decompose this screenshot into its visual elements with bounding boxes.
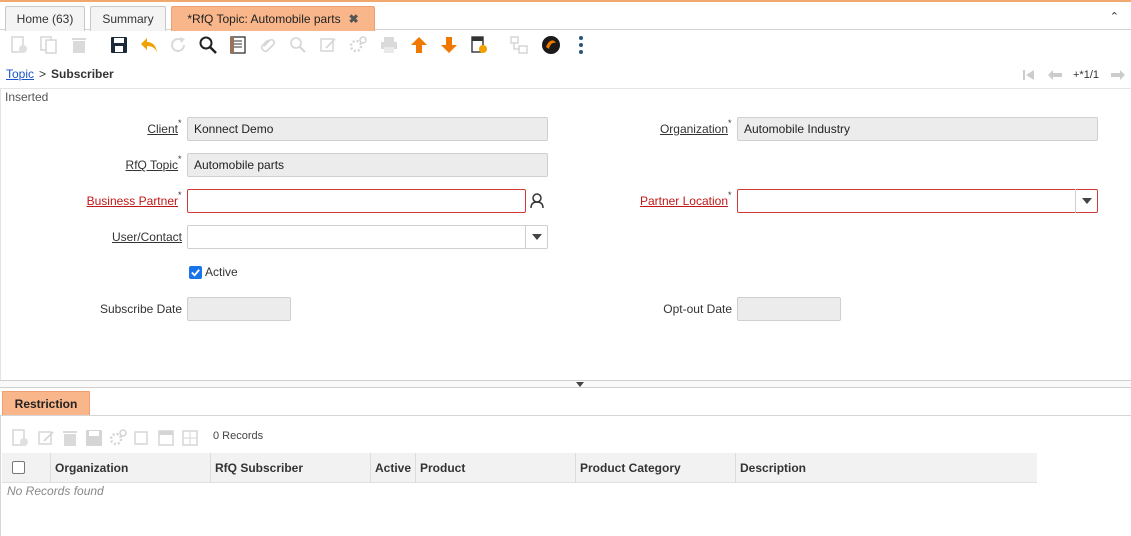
subscribe-date-label: Subscribe Date <box>99 302 182 316</box>
undo-icon[interactable] <box>137 33 161 57</box>
refresh-icon[interactable] <box>166 33 190 57</box>
zoom-across-icon[interactable] <box>286 33 310 57</box>
organization-label[interactable]: Organization <box>640 122 728 136</box>
rfq-topic-required-mark: * <box>178 154 182 164</box>
empty-grid-message: No Records found <box>7 484 104 498</box>
column-organization[interactable]: Organization <box>50 453 210 483</box>
subscribe-date-field[interactable] <box>187 297 291 321</box>
save-icon[interactable] <box>107 33 131 57</box>
toolbar <box>0 31 1131 59</box>
tab-summary-label: Summary <box>102 12 154 26</box>
organization-field[interactable]: Automobile Industry <box>737 117 1098 141</box>
column-description[interactable]: Description <box>735 453 1037 483</box>
process-icon[interactable] <box>346 33 370 57</box>
more-icon[interactable] <box>569 33 593 57</box>
detail-save-icon[interactable] <box>84 426 104 450</box>
column-rfq-subscriber[interactable]: RfQ Subscriber <box>210 453 370 483</box>
tab-summary[interactable]: Summary <box>90 6 166 31</box>
next-record-icon[interactable] <box>437 33 461 57</box>
grid-toggle-icon[interactable] <box>226 33 250 57</box>
next-record-nav-icon[interactable] <box>1110 69 1126 84</box>
attachment-icon[interactable] <box>256 33 280 57</box>
detail-toolbar <box>0 424 1131 446</box>
column-product-category[interactable]: Product Category <box>575 453 735 483</box>
detail-grid-icon[interactable] <box>180 426 200 450</box>
column-product[interactable]: Product <box>415 453 575 483</box>
business-partner-lookup-icon[interactable] <box>528 192 546 213</box>
tab-rfq-topic[interactable]: *RfQ Topic: Automobile parts ✖ <box>171 6 375 31</box>
detail-edit-icon[interactable] <box>36 426 56 450</box>
client-label[interactable]: Client <box>100 122 178 136</box>
column-active[interactable]: Active <box>370 453 415 483</box>
breadcrumb-topic-link[interactable]: Topic <box>6 67 34 81</box>
rfq-topic-label[interactable]: RfQ Topic <box>100 158 178 172</box>
business-partner-required-mark: * <box>178 190 182 200</box>
active-label: Active <box>205 265 238 279</box>
tab-restriction[interactable]: Restriction <box>2 391 90 416</box>
help-icon[interactable] <box>539 33 563 57</box>
client-field[interactable]: Konnect Demo <box>187 117 548 141</box>
new-icon[interactable] <box>7 33 31 57</box>
user-contact-field[interactable] <box>187 225 548 249</box>
active-checkbox[interactable] <box>189 266 202 279</box>
delete-icon[interactable] <box>67 33 91 57</box>
tab-rfq-topic-label: *RfQ Topic: Automobile parts <box>187 12 341 26</box>
panel-splitter[interactable] <box>0 380 1131 388</box>
grid-header: Organization RfQ Subscriber Active Produ… <box>2 453 1037 483</box>
business-partner-field[interactable] <box>187 189 526 213</box>
business-partner-label[interactable]: Business Partner <box>60 194 178 208</box>
tab-home-label: Home (63) <box>16 12 74 26</box>
splitter-toggle-icon[interactable] <box>576 382 584 387</box>
detail-tab-divider <box>0 415 1131 416</box>
user-contact-dropdown-icon[interactable] <box>525 225 548 249</box>
previous-record-icon[interactable] <box>407 33 431 57</box>
print-icon[interactable] <box>377 33 401 57</box>
partner-location-required-mark: * <box>728 190 732 200</box>
partner-location-label[interactable]: Partner Location <box>610 194 728 208</box>
detail-chat-icon[interactable] <box>132 426 152 450</box>
select-all-checkbox[interactable] <box>12 461 25 474</box>
client-required-mark: * <box>178 118 182 128</box>
records-count: 0 Records <box>213 430 264 442</box>
breadcrumb: Topic > Subscriber <box>6 67 114 81</box>
rfq-topic-field[interactable]: Automobile parts <box>187 153 548 177</box>
collapse-icon[interactable]: ⌃ <box>1110 10 1119 23</box>
partner-location-dropdown-icon[interactable] <box>1075 189 1098 213</box>
window-tabbar: Home (63) Summary *RfQ Topic: Automobile… <box>0 0 1131 31</box>
record-status: Inserted <box>5 90 49 104</box>
find-icon[interactable] <box>196 33 220 57</box>
first-record-icon[interactable] <box>1022 69 1036 84</box>
chat-icon[interactable] <box>316 33 340 57</box>
detail-new-icon[interactable] <box>10 426 30 450</box>
detail-form-icon[interactable] <box>156 426 176 450</box>
partner-location-field[interactable] <box>737 189 1098 213</box>
previous-record-nav-icon[interactable] <box>1047 69 1063 84</box>
close-tab-icon[interactable]: ✖ <box>349 12 359 26</box>
record-count: +*1/1 <box>1073 69 1099 81</box>
tab-home[interactable]: Home (63) <box>5 6 85 31</box>
organization-required-mark: * <box>728 118 732 128</box>
user-contact-label[interactable]: User/Contact <box>80 230 182 244</box>
report-icon[interactable] <box>467 33 491 57</box>
opt-out-date-label: Opt-out Date <box>663 302 732 316</box>
copy-icon[interactable] <box>37 33 61 57</box>
breadcrumb-separator: > <box>39 67 47 81</box>
detail-delete-icon[interactable] <box>60 426 80 450</box>
workflow-icon[interactable] <box>507 33 531 57</box>
detail-process-icon[interactable] <box>108 426 128 450</box>
opt-out-date-field[interactable] <box>737 297 841 321</box>
breadcrumb-current: Subscriber <box>51 67 114 81</box>
